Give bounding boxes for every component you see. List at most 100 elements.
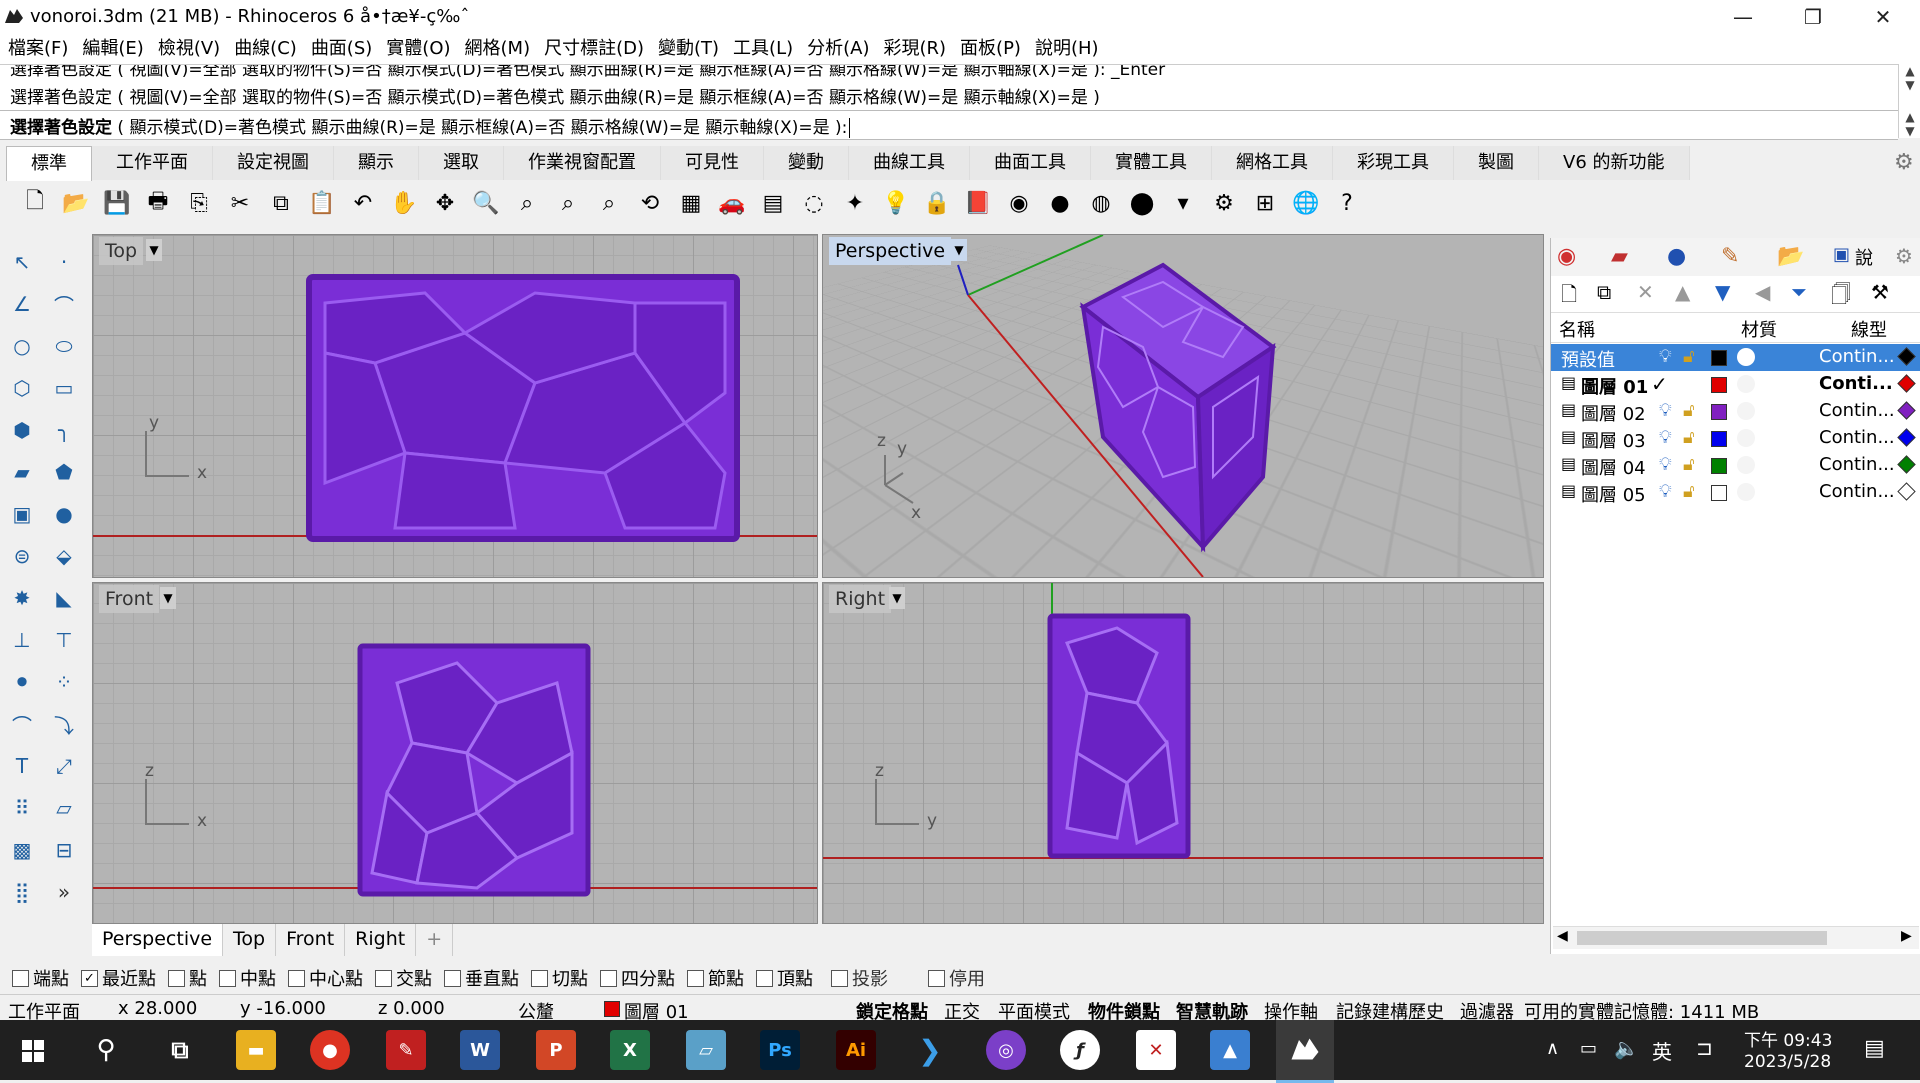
- zoom-extents-icon[interactable]: ⌕: [551, 186, 585, 220]
- layer-print-color-icon[interactable]: [1897, 347, 1916, 366]
- grid-icon[interactable]: ▤: [756, 186, 790, 220]
- osnap-checkbox[interactable]: 中心點: [288, 965, 363, 991]
- osnap-checkbox[interactable]: 交點: [375, 965, 432, 991]
- join-icon[interactable]: ⊤: [46, 622, 82, 658]
- column-linetype[interactable]: 線型: [1851, 316, 1887, 342]
- layer-name[interactable]: 預設值: [1561, 346, 1615, 372]
- tools-icon[interactable]: ⚒: [1871, 280, 1889, 304]
- osnap-checkbox[interactable]: 頂點: [756, 965, 813, 991]
- osnap-checkbox[interactable]: 垂直點: [444, 965, 519, 991]
- menu-help[interactable]: 說明(H): [1027, 34, 1105, 64]
- notifications-icon[interactable]: ▤: [1864, 1036, 1885, 1061]
- layer-material-icon[interactable]: [1737, 456, 1755, 474]
- new-sublayer-icon[interactable]: ⧉: [1597, 280, 1611, 304]
- lock-icon[interactable]: 🔓︎: [1683, 346, 1695, 367]
- viewport-title-perspective[interactable]: Perspective: [829, 237, 952, 265]
- ime-mode-icon[interactable]: ⊐: [1696, 1036, 1713, 1060]
- layer-name[interactable]: 圖層 04: [1581, 454, 1646, 480]
- grid-dots-icon[interactable]: ⣿: [4, 874, 40, 910]
- visibility-bulb-icon[interactable]: 💡︎: [1659, 346, 1672, 367]
- illustrator-icon[interactable]: Ai: [836, 1030, 876, 1070]
- notes-icon[interactable]: ▱: [686, 1030, 726, 1070]
- paint-icon[interactable]: ✎: [386, 1030, 426, 1070]
- open-icon[interactable]: 📂: [59, 186, 93, 220]
- new-icon[interactable]: 🗋: [18, 186, 52, 220]
- layer-linetype[interactable]: Contin...: [1819, 454, 1895, 475]
- rhino-taskbar-button[interactable]: [1276, 1020, 1334, 1083]
- volume-icon[interactable]: 🔈: [1614, 1036, 1639, 1060]
- visibility-bulb-icon[interactable]: 💡︎: [1659, 427, 1672, 448]
- filter-icon[interactable]: ⏷: [1791, 280, 1807, 304]
- layer-row[interactable]: ▤ 圖層 02 💡︎ 🔓︎ Contin...: [1551, 398, 1920, 425]
- tab-viewport-layout[interactable]: 作業視窗配置: [504, 146, 661, 180]
- layer-linetype[interactable]: Contin...: [1819, 481, 1895, 502]
- dimension-icon[interactable]: ⊟: [46, 832, 82, 868]
- delete-layer-icon[interactable]: ✕: [1637, 280, 1654, 304]
- viewport-top[interactable]: y x Top ▼: [92, 234, 818, 578]
- scroll-right-icon[interactable]: ▶: [1901, 928, 1912, 944]
- layer-print-color-icon[interactable]: [1897, 455, 1916, 474]
- mirror-icon[interactable]: ▱: [46, 790, 82, 826]
- curve-icon[interactable]: ⌒: [46, 286, 82, 322]
- trim-icon[interactable]: ◣: [46, 580, 82, 616]
- layer-print-color-icon[interactable]: [1897, 374, 1916, 393]
- menu-panels[interactable]: 面板(P): [952, 34, 1027, 64]
- github-icon[interactable]: ◎: [986, 1030, 1026, 1070]
- chrome-icon[interactable]: ●: [310, 1030, 350, 1070]
- command-line[interactable]: 選擇著色設定 ( 顯示模式(D)=著色模式 顯示曲線(R)=是 顯示框線(A)=…: [0, 110, 1898, 140]
- command-history[interactable]: 選擇著色設定 ( 視圖(V)=全部 選取的物件(S)=否 顯示模式(D)=著色模…: [0, 64, 1898, 111]
- lock-icon[interactable]: 🔓︎: [1683, 481, 1695, 502]
- save-icon[interactable]: 💾: [100, 186, 134, 220]
- text-icon[interactable]: T: [4, 748, 40, 784]
- boolean-icon[interactable]: ⚫: [4, 664, 40, 700]
- color-wheel-icon[interactable]: ◉: [1002, 186, 1036, 220]
- undo-icon[interactable]: ↶: [346, 186, 380, 220]
- material-icon[interactable]: 📕: [961, 186, 995, 220]
- box-icon[interactable]: ▣: [4, 496, 40, 532]
- layer-name[interactable]: 圖層 03: [1581, 427, 1646, 453]
- render-sphere-icon[interactable]: ◍: [1084, 186, 1118, 220]
- osnap-icon[interactable]: ◌: [797, 186, 831, 220]
- layer-color-swatch[interactable]: [1711, 404, 1727, 420]
- viewport-menu-dropdown-icon[interactable]: ▼: [160, 587, 176, 609]
- powerpoint-icon[interactable]: P: [536, 1030, 576, 1070]
- materials-tab-icon[interactable]: ✎: [1721, 244, 1739, 269]
- maximize-button[interactable]: ❐: [1780, 0, 1846, 34]
- render-icon[interactable]: ⬤: [1125, 186, 1159, 220]
- view-tab-right[interactable]: Right: [345, 924, 417, 956]
- select-icon[interactable]: ↖: [4, 244, 40, 280]
- array-icon[interactable]: ⠿: [4, 790, 40, 826]
- scale-icon[interactable]: ⤢: [46, 748, 82, 784]
- voronoi-model-front[interactable]: [357, 643, 591, 899]
- dimension-icon[interactable]: ⊞: [1248, 186, 1282, 220]
- car-icon[interactable]: 🚗: [715, 186, 749, 220]
- voronoi-model-right[interactable]: [1047, 613, 1191, 861]
- points-on-icon[interactable]: ⁘: [46, 664, 82, 700]
- viewport-menu-dropdown-icon[interactable]: ▼: [951, 239, 967, 261]
- tab-visibility[interactable]: 可見性: [661, 146, 764, 180]
- layer-material-icon[interactable]: [1737, 429, 1755, 447]
- four-view-icon[interactable]: ▦: [674, 186, 708, 220]
- move-up-icon[interactable]: ▲: [1675, 280, 1690, 304]
- layer-print-color-icon[interactable]: [1897, 428, 1916, 447]
- osnap-checkbox[interactable]: 停用: [928, 965, 985, 991]
- add-view-tab-button[interactable]: +: [416, 924, 454, 956]
- clock-date[interactable]: 2023/5/28: [1744, 1052, 1831, 1072]
- tab-set-view[interactable]: 設定視圖: [213, 146, 334, 180]
- arc-icon[interactable]: ⌒: [4, 706, 40, 742]
- hexagon-icon[interactable]: ⬢: [4, 412, 40, 448]
- layer-print-color-icon[interactable]: [1897, 401, 1916, 420]
- cylinder-icon[interactable]: ⊜: [4, 538, 40, 574]
- tray-expand-icon[interactable]: ∧: [1546, 1038, 1559, 1059]
- menu-solid[interactable]: 實體(O): [378, 34, 456, 64]
- layer-name[interactable]: 圖層 02: [1581, 400, 1646, 426]
- extrude-icon[interactable]: ⬙: [46, 538, 82, 574]
- layer-linetype[interactable]: Conti...: [1819, 373, 1893, 394]
- fillet-icon[interactable]: ╮: [46, 412, 82, 448]
- osnap-checkbox[interactable]: 四分點: [600, 965, 675, 991]
- layer-color-swatch[interactable]: [1711, 350, 1727, 366]
- column-name[interactable]: 名稱: [1559, 316, 1595, 342]
- help-tab-label[interactable]: 說: [1855, 244, 1873, 270]
- photos-icon[interactable]: ▲: [1210, 1030, 1250, 1070]
- lock-icon[interactable]: 🔒: [920, 186, 954, 220]
